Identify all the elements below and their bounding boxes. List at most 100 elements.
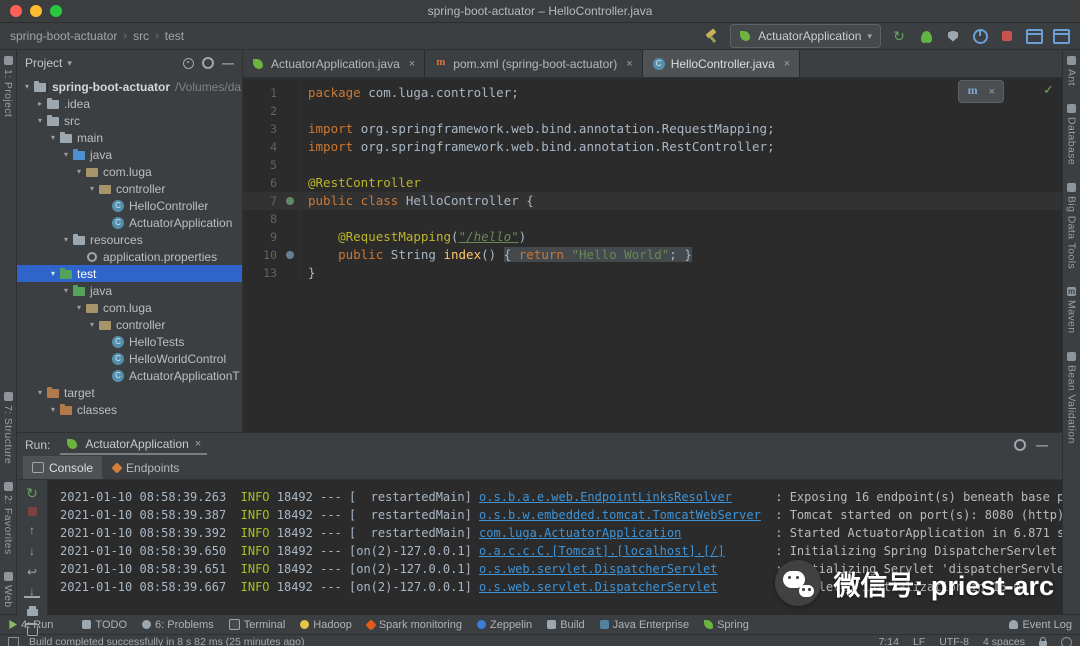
up-arrow-icon[interactable]: ↑ bbox=[24, 523, 40, 537]
locate-file-icon[interactable] bbox=[183, 58, 194, 69]
tree-row[interactable]: ▾controller bbox=[17, 180, 242, 197]
tree-toggle-icon[interactable]: ▾ bbox=[86, 320, 98, 329]
tree-row[interactable]: HelloTests bbox=[17, 333, 242, 350]
log-logger-link[interactable]: o.s.b.w.embedded.tomcat.TomcatWebServer bbox=[479, 506, 768, 524]
tree-row[interactable]: ▾java bbox=[17, 146, 242, 163]
run-icon[interactable]: ↻ bbox=[890, 27, 908, 45]
maven-reload-popup[interactable]: × bbox=[958, 80, 1004, 103]
tool-tab-zeppelin[interactable]: Zeppelin bbox=[477, 619, 532, 631]
tree-row[interactable]: ▾com.luga bbox=[17, 163, 242, 180]
tree-row[interactable]: ▾resources bbox=[17, 231, 242, 248]
tool-window-button[interactable]: 7: Structure bbox=[2, 392, 14, 464]
stop-process-icon[interactable] bbox=[24, 507, 40, 516]
tree-toggle-icon[interactable]: ▾ bbox=[47, 269, 59, 278]
tool-tab-todo[interactable]: TODO bbox=[82, 619, 127, 631]
tree-row[interactable]: ▾main bbox=[17, 129, 242, 146]
tree-row[interactable]: ActuatorApplication bbox=[17, 214, 242, 231]
inspections-ok-icon[interactable]: ✓ bbox=[1043, 82, 1054, 98]
log-logger-link[interactable]: o.s.b.a.e.web.EndpointLinksResolver bbox=[479, 488, 768, 506]
tree-toggle-icon[interactable]: ▾ bbox=[47, 133, 59, 142]
close-tab-icon[interactable]: × bbox=[195, 438, 201, 450]
debug-icon[interactable] bbox=[917, 27, 935, 45]
tree-toggle-icon[interactable]: ▾ bbox=[73, 167, 85, 176]
indent-style[interactable]: 4 spaces bbox=[983, 636, 1025, 646]
tool-tab-java-enterprise[interactable]: Java Enterprise bbox=[600, 619, 689, 631]
tree-row[interactable]: ▾controller bbox=[17, 316, 242, 333]
editor-tab[interactable]: pom.xml (spring-boot-actuator)× bbox=[425, 50, 643, 77]
run-settings-gear-icon[interactable] bbox=[1014, 439, 1026, 451]
class-marker-icon[interactable] bbox=[286, 197, 294, 205]
run-tab[interactable]: ActuatorApplication × bbox=[60, 435, 207, 455]
gear-icon[interactable] bbox=[202, 57, 214, 69]
tool-window-switcher-icon[interactable] bbox=[8, 637, 19, 646]
tool-window-button[interactable]: Big Data Tools bbox=[1066, 183, 1078, 269]
tool-windows-layout-icon[interactable] bbox=[1052, 27, 1070, 45]
tree-toggle-icon[interactable]: ▾ bbox=[34, 116, 46, 125]
log-logger-link[interactable]: o.a.c.c.C.[Tomcat].[localhost].[/] bbox=[479, 542, 768, 560]
tree-toggle-icon[interactable]: ▾ bbox=[34, 388, 46, 397]
tool-window-button[interactable]: Bean Validation bbox=[1066, 352, 1078, 444]
minimize-window-button[interactable] bbox=[30, 5, 42, 17]
editor-tab[interactable]: HelloController.java× bbox=[643, 50, 801, 77]
tab-console[interactable]: Console bbox=[23, 456, 102, 479]
tool-tab-terminal[interactable]: Terminal bbox=[229, 619, 286, 631]
tool-window-button[interactable]: mMaven bbox=[1066, 287, 1078, 334]
stop-icon[interactable] bbox=[998, 27, 1016, 45]
method-marker-icon[interactable] bbox=[286, 251, 294, 259]
profiler-icon[interactable] bbox=[971, 27, 989, 45]
tool-tab-spring[interactable]: Spring bbox=[704, 619, 749, 631]
soft-wrap-icon[interactable]: ↩ bbox=[24, 565, 40, 579]
zoom-window-button[interactable] bbox=[50, 5, 62, 17]
breadcrumb-item[interactable]: spring-boot-actuator bbox=[10, 29, 117, 43]
tree-row[interactable]: ActuatorApplicationT bbox=[17, 367, 242, 384]
log-logger-link[interactable]: o.s.web.servlet.DispatcherServlet bbox=[479, 560, 768, 578]
tool-window-button[interactable]: Ant bbox=[1066, 56, 1078, 86]
tree-toggle-icon[interactable]: ▾ bbox=[21, 82, 33, 91]
notifications-icon[interactable] bbox=[1061, 637, 1072, 646]
breadcrumb-item[interactable]: src bbox=[133, 29, 149, 43]
tool-tab-hadoop[interactable]: Hadoop bbox=[300, 619, 352, 631]
tool-tab-build[interactable]: Build bbox=[547, 619, 584, 631]
tree-row[interactable]: ▾classes bbox=[17, 401, 242, 418]
tool-window-button[interactable]: 1: Project bbox=[2, 56, 14, 117]
coverage-icon[interactable] bbox=[944, 27, 962, 45]
log-logger-link[interactable]: com.luga.ActuatorApplication bbox=[479, 524, 768, 542]
tool-tab-spark-monitoring[interactable]: Spark monitoring bbox=[367, 619, 462, 631]
tree-toggle-icon[interactable]: ▸ bbox=[34, 99, 46, 108]
console-output[interactable]: 2021-01-10 08:58:39.263 INFO 18492 --- [… bbox=[48, 480, 1062, 615]
tree-row[interactable]: ▾java bbox=[17, 282, 242, 299]
file-encoding[interactable]: UTF-8 bbox=[939, 636, 969, 646]
tool-window-button[interactable]: 2: Favorites bbox=[2, 482, 14, 555]
close-window-button[interactable] bbox=[10, 5, 22, 17]
close-tab-icon[interactable]: × bbox=[626, 58, 632, 70]
tree-row[interactable]: application.properties bbox=[17, 248, 242, 265]
log-logger-link[interactable]: o.s.web.servlet.DispatcherServlet bbox=[479, 578, 768, 596]
tree-row[interactable]: ▾com.luga bbox=[17, 299, 242, 316]
tree-toggle-icon[interactable]: ▾ bbox=[60, 150, 72, 159]
tree-row[interactable]: ▾src bbox=[17, 112, 242, 129]
close-tab-icon[interactable]: × bbox=[409, 58, 415, 70]
tree-row[interactable]: ▸.idea bbox=[17, 95, 242, 112]
minimize-panel-icon[interactable]: — bbox=[1036, 438, 1048, 452]
tree-toggle-icon[interactable]: ▾ bbox=[86, 184, 98, 193]
tree-row[interactable]: ▾spring-boot-actuator/Volumes/da bbox=[17, 78, 242, 95]
tree-toggle-icon[interactable]: ▾ bbox=[60, 235, 72, 244]
print-icon[interactable] bbox=[24, 605, 40, 616]
breadcrumb-item[interactable]: test bbox=[165, 29, 184, 43]
build-hammer-icon[interactable] bbox=[703, 27, 721, 45]
read-only-lock-icon[interactable] bbox=[1039, 641, 1047, 646]
close-icon[interactable]: × bbox=[989, 86, 995, 98]
editor-tab[interactable]: ActuatorApplication.java× bbox=[243, 50, 425, 77]
maven-reload-icon[interactable] bbox=[967, 85, 981, 98]
tool-tab-6-problems[interactable]: 6: Problems bbox=[142, 619, 214, 631]
tree-row[interactable]: HelloController bbox=[17, 197, 242, 214]
tab-endpoints[interactable]: Endpoints bbox=[104, 456, 188, 479]
tree-toggle-icon[interactable]: ▾ bbox=[47, 405, 59, 414]
down-arrow-icon[interactable]: ↓ bbox=[24, 544, 40, 558]
editor-area[interactable]: ActuatorApplication.java×pom.xml (spring… bbox=[243, 50, 1062, 432]
tool-window-button[interactable]: Database bbox=[1066, 104, 1078, 165]
tree-row[interactable]: HelloWorldControl bbox=[17, 350, 242, 367]
tool-window-button[interactable]: Web bbox=[2, 572, 14, 608]
tree-row[interactable]: ▾target bbox=[17, 384, 242, 401]
close-tab-icon[interactable]: × bbox=[784, 58, 790, 70]
